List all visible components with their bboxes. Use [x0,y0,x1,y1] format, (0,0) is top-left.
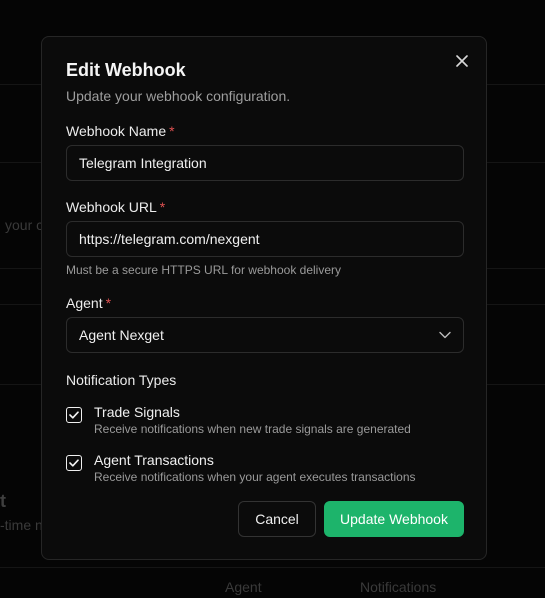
background-text: your c [5,217,44,233]
agent-transactions-checkbox[interactable] [66,455,82,471]
webhook-url-label: Webhook URL * [66,199,165,215]
cancel-button[interactable]: Cancel [238,501,316,537]
column-header-notifications: Notifications [360,579,437,595]
label-text: Webhook URL [66,199,157,215]
check-text: Trade Signals Receive notifications when… [94,403,411,437]
required-mark: * [159,199,166,215]
agent-select[interactable]: Agent Nexget [66,317,464,353]
agent-label: Agent * [66,295,111,311]
label-text: Webhook Name [66,123,167,139]
trade-signals-checkbox[interactable] [66,407,82,423]
column-header-agent: Agent [225,579,262,595]
notification-types-heading: Notification Types [66,372,177,388]
update-webhook-button[interactable]: Update Webhook [324,501,464,537]
background-heading: t [0,491,6,511]
checkmark-icon [69,411,79,419]
webhook-name-input[interactable] [66,145,464,181]
check-text: Agent Transactions Receive notifications… [94,451,416,485]
dialog-title: Edit Webhook [66,60,186,80]
agent-transactions-title: Agent Transactions [94,452,214,468]
label-text: Agent [66,295,103,311]
required-mark: * [105,295,112,311]
dialog-subtitle: Update your webhook configuration. [66,88,291,104]
notification-item-trade-signals: Trade Signals Receive notifications when… [66,403,411,437]
edit-webhook-dialog: Edit Webhook Update your webhook configu… [41,36,487,560]
notification-item-agent-transactions: Agent Transactions Receive notifications… [66,451,416,485]
webhook-name-label: Webhook Name * [66,123,175,139]
background-text: -time n [0,517,43,533]
agent-select-value: Agent Nexget [79,327,164,343]
trade-signals-description: Receive notifications when new trade sig… [94,422,411,436]
divider [0,567,545,568]
webhook-url-hint: Must be a secure HTTPS URL for webhook d… [66,263,341,277]
checkmark-icon [69,459,79,467]
required-mark: * [169,123,175,139]
agent-transactions-description: Receive notifications when your agent ex… [94,470,416,484]
chevron-down-icon [439,331,451,339]
trade-signals-title: Trade Signals [94,404,180,420]
webhook-url-input[interactable] [66,221,464,257]
close-button[interactable] [452,51,472,71]
close-icon [456,55,468,67]
